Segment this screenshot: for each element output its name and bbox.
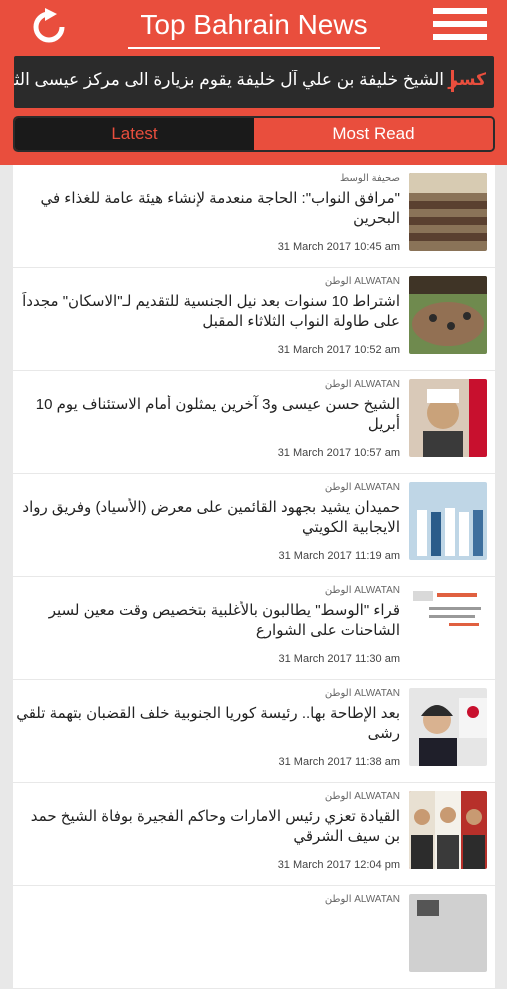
article-thumbnail: [409, 276, 487, 354]
ticker-text: الشيخ خليفة بن علي آل خليفة يقوم بزيارة …: [14, 70, 444, 89]
article-thumbnail: [409, 894, 487, 972]
article-thumbnail: [409, 379, 487, 457]
article-headline: اشتراط 10 سنوات بعد نيل الجنسية للتقديم …: [22, 293, 400, 330]
article-source: الوطن ALWATAN: [324, 379, 400, 390]
article-thumbnail: [409, 791, 487, 869]
article-thumbnail: [409, 173, 487, 251]
article-date: 31 March 2017 10:57 am: [277, 447, 400, 459]
tab-latest[interactable]: Latest: [15, 118, 254, 150]
news-item[interactable]: الوطن ALWATAN الشيخ حسن عيسى و3 آخرين يم…: [13, 371, 495, 473]
article-headline: الشيخ حسن عيسى و3 آخرين يمثلون أمام الاس…: [35, 396, 400, 433]
app-title: Top Bahrain News: [128, 5, 380, 49]
article-date: 31 March 2017 11:38 am: [278, 756, 400, 768]
refresh-icon[interactable]: [30, 8, 68, 46]
tab-most-read[interactable]: Most Read: [254, 118, 493, 150]
article-date: 31 March 2017 10:52 am: [277, 344, 400, 356]
news-item[interactable]: الوطن ALWATAN اشتراط 10 سنوات بعد نيل ال…: [13, 268, 495, 370]
news-item[interactable]: صحيفة الوسط "مرافق النواب": الحاجة منعدم…: [13, 165, 495, 267]
article-source: الوطن ALWATAN: [324, 791, 400, 802]
news-item[interactable]: الوطن ALWATAN قراء "الوسط" يطالبون بالأغ…: [13, 577, 495, 679]
breaking-news-ticker[interactable]: كسر الشيخ خليفة بن علي آل خليفة يقوم بزي…: [14, 56, 494, 108]
article-source: الوطن ALWATAN: [324, 585, 400, 596]
article-date: 31 March 2017 10:45 am: [277, 241, 400, 253]
menu-icon[interactable]: [433, 8, 487, 44]
article-source: صحيفة الوسط: [339, 173, 400, 184]
news-list: صحيفة الوسط "مرافق النواب": الحاجة منعدم…: [13, 165, 495, 989]
article-thumbnail: [409, 585, 487, 663]
article-headline: "مرافق النواب": الحاجة منعدمة لإنشاء هيئ…: [40, 190, 400, 227]
article-thumbnail: [409, 688, 487, 766]
article-thumbnail: [409, 482, 487, 560]
article-date: 31 March 2017 11:19 am: [278, 550, 400, 562]
article-date: 31 March 2017 12:04 pm: [277, 859, 400, 871]
news-item[interactable]: الوطن ALWATAN القيادة تعزي رئيس الامارات…: [13, 783, 495, 885]
tab-bar: Latest Most Read: [13, 116, 495, 152]
news-item[interactable]: الوطن ALWATAN: [13, 886, 495, 988]
top-bar: Top Bahrain News كسر الشيخ خليفة بن علي …: [0, 0, 507, 165]
article-headline: بعد الإطاحة بها.. رئيسة كوريا الجنوبية خ…: [16, 705, 400, 742]
article-source: الوطن ALWATAN: [324, 688, 400, 699]
ticker-divider: [451, 70, 454, 92]
article-source: الوطن ALWATAN: [324, 482, 400, 493]
news-item[interactable]: الوطن ALWATAN حميدان يشيد بجهود القائمين…: [13, 474, 495, 576]
article-headline: القيادة تعزي رئيس الامارات وحاكم الفجيرة…: [30, 808, 400, 845]
article-headline: قراء "الوسط" يطالبون بالأغلبية بتخصيص وق…: [48, 602, 400, 639]
article-headline: حميدان يشيد بجهود القائمين على معرض (الأ…: [22, 499, 400, 536]
article-source: الوطن ALWATAN: [324, 276, 400, 287]
article-date: 31 March 2017 11:30 am: [278, 653, 400, 665]
news-item[interactable]: الوطن ALWATAN بعد الإطاحة بها.. رئيسة كو…: [13, 680, 495, 782]
